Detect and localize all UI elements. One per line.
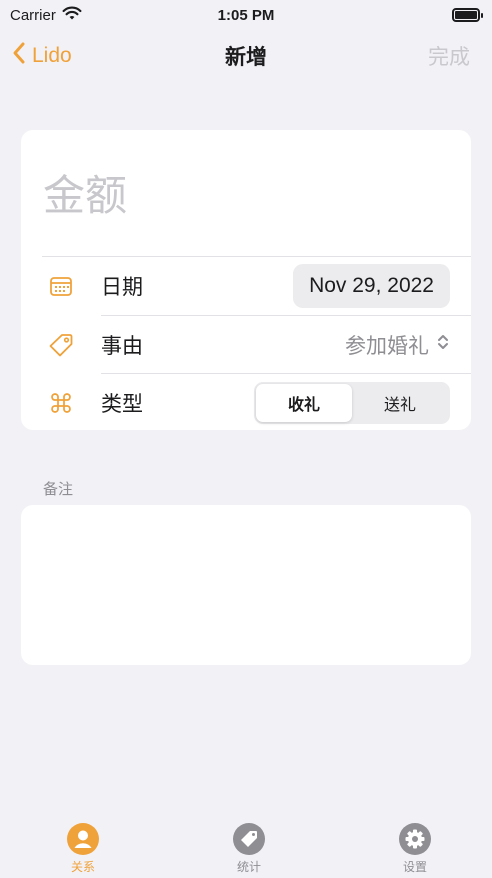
reason-picker[interactable]: 参加婚礼	[345, 330, 449, 360]
chevron-up-down-icon	[437, 333, 449, 357]
segment-receive[interactable]: 收礼	[256, 384, 352, 422]
back-label: Lido	[32, 44, 72, 67]
page-title: 新增	[225, 46, 267, 69]
reason-row: 事由 参加婚礼	[21, 316, 471, 374]
tab-statistics[interactable]: 统计	[214, 812, 284, 878]
tag-icon	[48, 332, 74, 358]
date-row: 日期 Nov 29, 2022	[21, 257, 471, 315]
form-card: 日期 Nov 29, 2022 事由 参加婚礼	[21, 130, 471, 430]
amount-input[interactable]	[43, 168, 443, 224]
command-icon	[48, 390, 74, 416]
battery-icon	[452, 8, 483, 22]
tab-bar: 关系 统计 设置	[0, 812, 492, 878]
gear-icon	[399, 823, 431, 855]
chevron-left-icon	[12, 41, 26, 71]
notes-textarea[interactable]	[21, 505, 471, 665]
tag-icon	[233, 823, 265, 855]
type-row: 类型 收礼 送礼	[21, 374, 471, 430]
date-label: 日期	[101, 276, 143, 299]
navigation-bar: Lido 新增 完成	[0, 32, 492, 80]
tab-label: 关系	[70, 860, 95, 874]
notes-header: 备注	[43, 481, 74, 498]
reason-label: 事由	[101, 335, 143, 358]
date-picker-button[interactable]: Nov 29, 2022	[293, 264, 450, 308]
tab-label: 设置	[402, 860, 427, 874]
reason-value: 参加婚礼	[345, 335, 429, 358]
wifi-icon	[62, 6, 82, 25]
person-icon	[67, 823, 99, 855]
notes-card	[21, 505, 471, 665]
status-bar: Carrier 1:05 PM	[0, 0, 492, 30]
status-left: Carrier	[10, 6, 82, 25]
tab-settings[interactable]: 设置	[380, 812, 450, 878]
back-button[interactable]: Lido	[12, 41, 72, 71]
type-label: 类型	[101, 393, 143, 416]
tab-relations[interactable]: 关系	[48, 812, 118, 878]
done-button[interactable]: 完成	[428, 41, 470, 71]
tab-label: 统计	[236, 860, 261, 874]
type-segmented-control: 收礼 送礼	[254, 382, 450, 424]
carrier-label: Carrier	[10, 6, 56, 24]
calendar-icon	[48, 273, 74, 299]
segment-give[interactable]: 送礼	[352, 384, 448, 422]
